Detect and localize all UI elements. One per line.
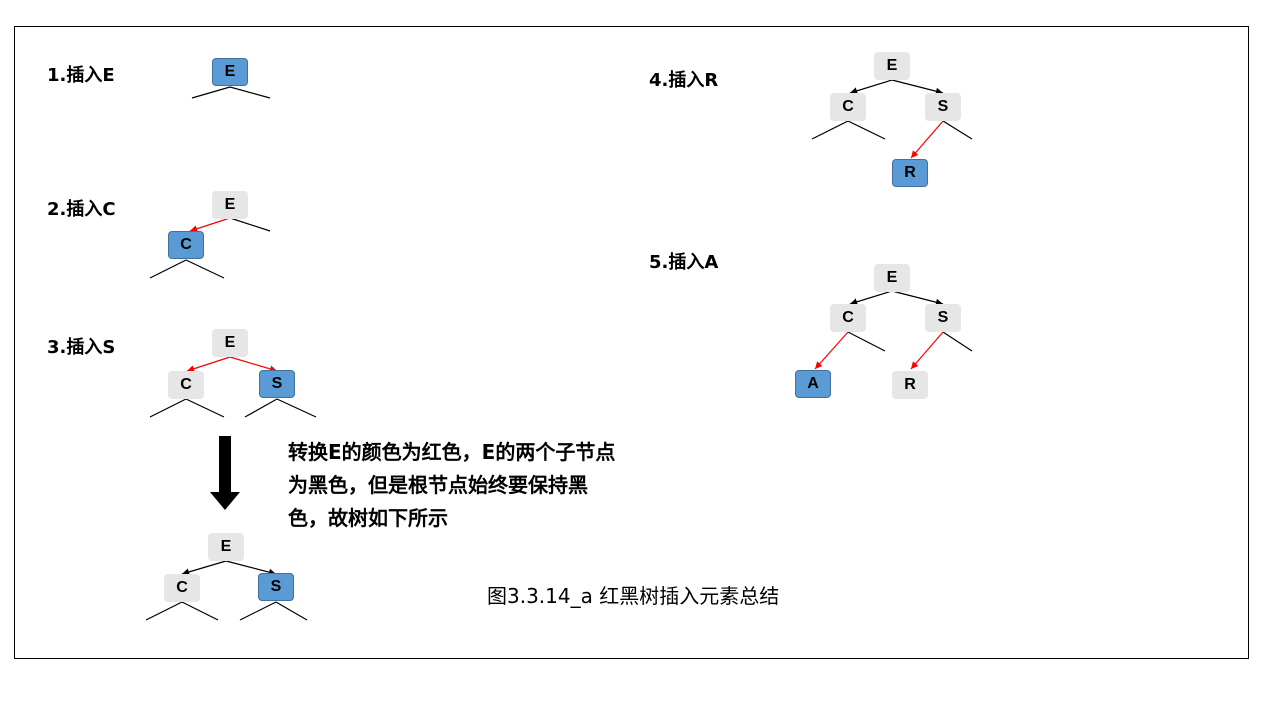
tree2-edge-e-right bbox=[229, 217, 271, 232]
tree5-edge-c-a bbox=[814, 331, 849, 370]
tree5-edge-e-c bbox=[849, 290, 893, 306]
tree3b-edge-e-c bbox=[181, 560, 227, 576]
tree4-node-s: S bbox=[925, 93, 961, 121]
tree3-node-s: S bbox=[259, 370, 295, 398]
tree5-node-r: R bbox=[892, 371, 928, 399]
tree2-leaf-edges bbox=[149, 259, 225, 279]
tree-edges bbox=[145, 79, 973, 621]
tree4-edge-s-r bbox=[910, 120, 944, 159]
tree3-edge-e-c bbox=[186, 356, 231, 373]
recolor-note: 转换E的颜色为红色，E的两个子节点为黑色，但是根节点始终要保持黑色，故树如下所示 bbox=[288, 440, 616, 530]
tree2-node-c: C bbox=[168, 231, 204, 259]
step4-label: 4.插入R bbox=[649, 70, 719, 91]
tree4-node-c: C bbox=[830, 93, 866, 121]
step3-label: 3.插入S bbox=[47, 337, 116, 358]
tree4-node-r: R bbox=[892, 159, 928, 187]
tree1-node-e: E bbox=[212, 58, 248, 86]
tree4-node-e: E bbox=[874, 52, 910, 80]
tree3-node-e: E bbox=[212, 329, 248, 357]
tree4-edge-e-s bbox=[891, 79, 944, 95]
tree5-node-s: S bbox=[925, 304, 961, 332]
tree5-node-e: E bbox=[874, 264, 910, 292]
tree5-edge-e-s bbox=[891, 290, 944, 306]
tree5-edge-s-r bbox=[910, 331, 944, 370]
tree3-leaf-edges bbox=[149, 398, 317, 418]
tree2-node-e: E bbox=[212, 191, 248, 219]
tree5-leaf-edges bbox=[847, 331, 973, 352]
step5-label: 5.插入A bbox=[649, 252, 719, 273]
step1-label: 1.插入E bbox=[47, 65, 115, 86]
tree1-leaf-edges bbox=[191, 86, 271, 99]
down-arrow-icon bbox=[210, 436, 240, 510]
tree4-leaf-edges bbox=[811, 120, 973, 140]
tree3-edge-e-s bbox=[229, 356, 278, 373]
tree3b-node-c: C bbox=[164, 574, 200, 602]
tree4-edge-e-c bbox=[849, 79, 893, 95]
tree3b-node-e: E bbox=[208, 533, 244, 561]
tree5-node-c: C bbox=[830, 304, 866, 332]
tree3b-node-s: S bbox=[258, 573, 294, 601]
tree3b-leaf-edges bbox=[145, 601, 308, 621]
step2-label: 2.插入C bbox=[47, 199, 116, 220]
tree3-node-c: C bbox=[168, 371, 204, 399]
tree2-edge-e-c bbox=[189, 217, 231, 233]
figure-caption: 图3.3.14_a 红黑树插入元素总结 bbox=[487, 584, 780, 608]
tree5-node-a: A bbox=[795, 370, 831, 398]
